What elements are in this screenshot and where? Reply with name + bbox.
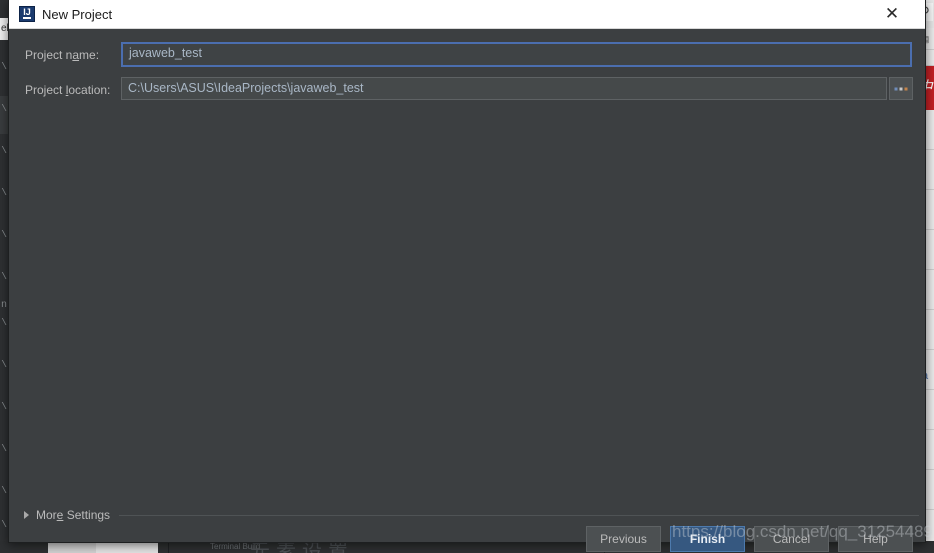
chevron-right-icon <box>24 511 29 519</box>
project-name-input[interactable]: javaweb_test <box>121 42 912 67</box>
help-button[interactable]: Help <box>838 526 913 552</box>
dialog-title: New Project <box>42 7 113 22</box>
project-location-label: Project location: <box>25 83 111 97</box>
more-settings-toggle[interactable]: More Settings <box>24 508 919 522</box>
ellipsis-browse-icon <box>894 87 908 90</box>
close-icon[interactable]: ✕ <box>877 0 907 28</box>
intellij-idea-icon: IJ <box>19 6 35 22</box>
project-name-label: Project name: <box>25 48 100 62</box>
new-project-dialog: IJ New Project ✕ Project name: javaweb_t… <box>8 0 926 552</box>
previous-button[interactable]: Previous <box>586 526 661 552</box>
screen: el \\ \\ \\ \\ \\ \\ n \\ \\ \\ \\ \\ \\… <box>0 0 934 553</box>
dialog-body: Project name: javaweb_test Project locat… <box>9 29 925 552</box>
cancel-button[interactable]: Cancel <box>754 526 829 552</box>
browse-location-button[interactable] <box>889 77 913 100</box>
more-settings-separator <box>119 514 919 516</box>
project-location-input[interactable]: C:\Users\ASUS\IdeaProjects\javaweb_test <box>121 77 887 100</box>
dialog-titlebar: IJ New Project ✕ <box>9 0 925 29</box>
more-settings-label: More Settings <box>36 508 111 522</box>
finish-button[interactable]: Finish <box>670 526 745 552</box>
